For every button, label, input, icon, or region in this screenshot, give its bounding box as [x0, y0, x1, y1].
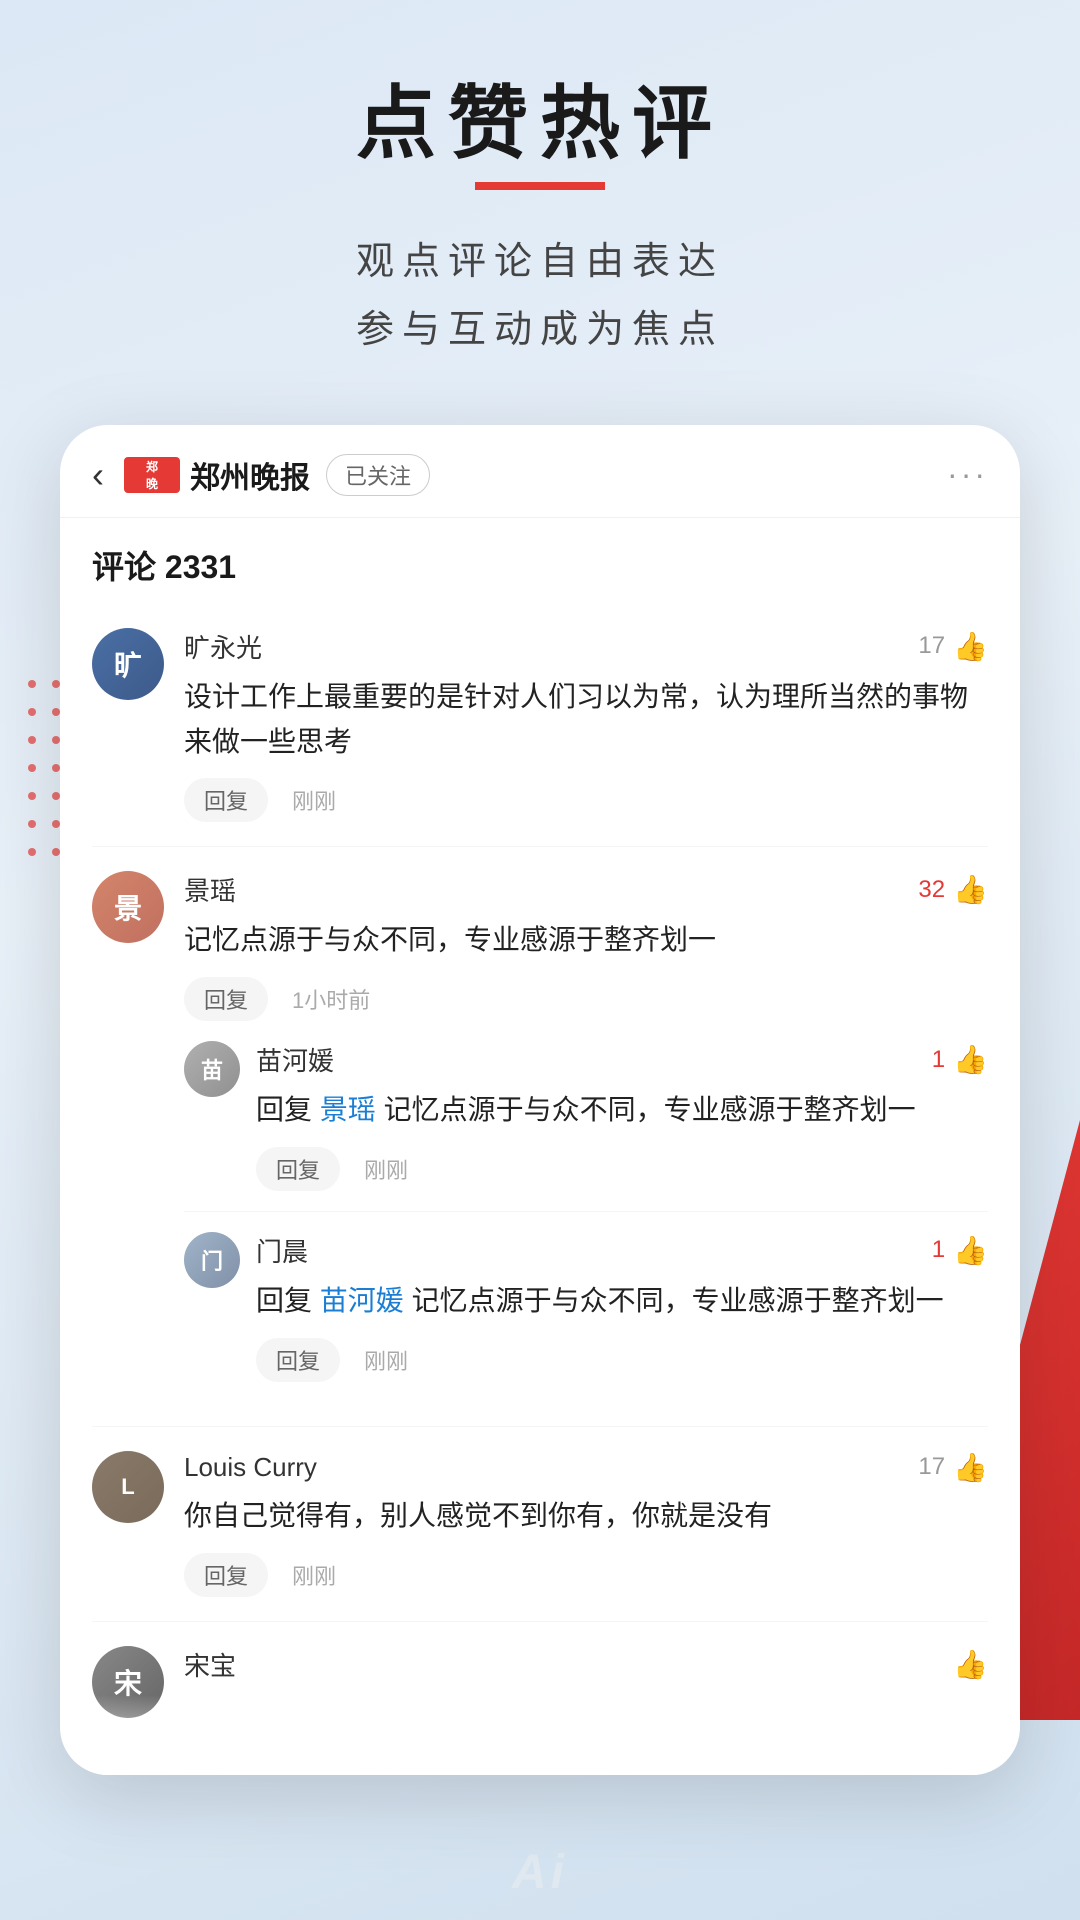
- reply-list: 苗 苗河媛 1 👍 回复 景瑶 记忆点源于与众不同，专业感源于整齐划一: [184, 1021, 988, 1402]
- like-icon[interactable]: 👍: [953, 1648, 988, 1681]
- account-name: 郑州晚报: [190, 453, 310, 497]
- comment-body: 旷永光 17 👍 设计工作上最重要的是针对人们习以为常，认为理所当然的事物来做一…: [184, 628, 988, 823]
- mention: 苗河媛: [320, 1285, 404, 1316]
- comment-username: Louis Curry: [184, 1452, 317, 1483]
- account-logo: 郑晚: [124, 457, 180, 493]
- like-icon[interactable]: 👍: [953, 1234, 988, 1267]
- comment-body: 宋宝 👍: [184, 1646, 988, 1693]
- comment-text: 回复 苗河媛 记忆点源于与众不同，专业感源于整齐划一: [256, 1279, 988, 1324]
- hero-section: 点赞热评 观点评论自由表达 参与互动成为焦点: [0, 0, 1080, 425]
- comment-username: 门晨: [256, 1232, 308, 1269]
- like-count: 17: [918, 632, 945, 660]
- avatar: 门: [184, 1232, 240, 1288]
- reply-button[interactable]: 回复: [184, 977, 268, 1021]
- comment-text: 记忆点源于与众不同，专业感源于整齐划一: [184, 918, 988, 963]
- comment-list: 旷 旷永光 17 👍 设计工作上最重要的是针对人们习以为常，认为理所当然的事物来…: [60, 604, 1020, 1758]
- like-count: 1: [932, 1236, 945, 1264]
- follow-button[interactable]: 已关注: [326, 454, 430, 496]
- comment-text: 设计工作上最重要的是针对人们习以为常，认为理所当然的事物来做一些思考: [184, 675, 988, 765]
- avatar: 苗: [184, 1041, 240, 1097]
- app-header: ‹ 郑晚 郑州晚报 已关注 ···: [60, 425, 1020, 518]
- like-count: 32: [918, 876, 945, 904]
- like-count: 1: [932, 1046, 945, 1074]
- comment-username: 宋宝: [184, 1646, 236, 1683]
- comment-count: 评论 2331: [92, 549, 236, 585]
- comment-text: 你自己觉得有，别人感觉不到你有，你就是没有: [184, 1494, 988, 1539]
- reply-button[interactable]: 回复: [256, 1147, 340, 1191]
- comment-time: 刚刚: [364, 1344, 408, 1376]
- avatar: 旷: [92, 628, 164, 700]
- reply-item: 门 门晨 1 👍 回复 苗河媛 记忆点源于与众不同，专业感源于整齐划一: [184, 1212, 988, 1402]
- like-icon[interactable]: 👍: [953, 873, 988, 906]
- comment-body: 门晨 1 👍 回复 苗河媛 记忆点源于与众不同，专业感源于整齐划一 回复: [256, 1232, 988, 1382]
- comment-username: 景瑶: [184, 871, 236, 908]
- comment-time: 刚刚: [292, 1559, 336, 1591]
- avatar: 景: [92, 871, 164, 943]
- like-icon[interactable]: 👍: [953, 1451, 988, 1484]
- more-button[interactable]: ···: [947, 456, 988, 493]
- mention: 景瑶: [320, 1094, 376, 1125]
- comment-item: 景 景瑶 32 👍 记忆点源于与众不同，专业感源于整齐划一 回复 1小时前: [92, 847, 988, 1426]
- reply-item: 苗 苗河媛 1 👍 回复 景瑶 记忆点源于与众不同，专业感源于整齐划一: [184, 1021, 988, 1212]
- comment-username: 苗河媛: [256, 1041, 334, 1078]
- reply-button[interactable]: 回复: [256, 1338, 340, 1382]
- back-button[interactable]: ‹: [92, 454, 104, 496]
- comment-body: Louis Curry 17 👍 你自己觉得有，别人感觉不到你有，你就是没有 回…: [184, 1451, 988, 1597]
- main-title: 点赞热评: [356, 80, 724, 168]
- reply-button[interactable]: 回复: [184, 1553, 268, 1597]
- title-underline: [475, 182, 605, 190]
- comment-body: 景瑶 32 👍 记忆点源于与众不同，专业感源于整齐划一 回复 1小时前: [184, 871, 988, 1021]
- comment-time: 刚刚: [364, 1153, 408, 1185]
- like-icon[interactable]: 👍: [953, 1043, 988, 1076]
- comment-username: 旷永光: [184, 628, 262, 665]
- comment-text: 回复 景瑶 记忆点源于与众不同，专业感源于整齐划一: [256, 1088, 988, 1133]
- ai-label: Ai: [512, 1845, 568, 1900]
- comment-time: 刚刚: [292, 784, 336, 816]
- comment-item: L Louis Curry 17 👍 你自己觉得有，别人感觉不到你有，你就是没有…: [92, 1427, 988, 1622]
- like-icon[interactable]: 👍: [953, 630, 988, 663]
- subtitle: 观点评论自由表达 参与互动成为焦点: [0, 228, 1080, 365]
- avatar: L: [92, 1451, 164, 1523]
- phone-mockup: ‹ 郑晚 郑州晚报 已关注 ··· 评论 2331 旷 旷永光 17 👍: [60, 425, 1020, 1775]
- comment-item: 旷 旷永光 17 👍 设计工作上最重要的是针对人们习以为常，认为理所当然的事物来…: [92, 604, 988, 848]
- comment-count-row: 评论 2331: [60, 518, 1020, 604]
- like-count: 17: [918, 1453, 945, 1481]
- comment-time: 1小时前: [292, 983, 370, 1015]
- reply-button[interactable]: 回复: [184, 778, 268, 822]
- bottom-fade: [60, 1695, 1020, 1775]
- comment-body: 苗河媛 1 👍 回复 景瑶 记忆点源于与众不同，专业感源于整齐划一 回复: [256, 1041, 988, 1191]
